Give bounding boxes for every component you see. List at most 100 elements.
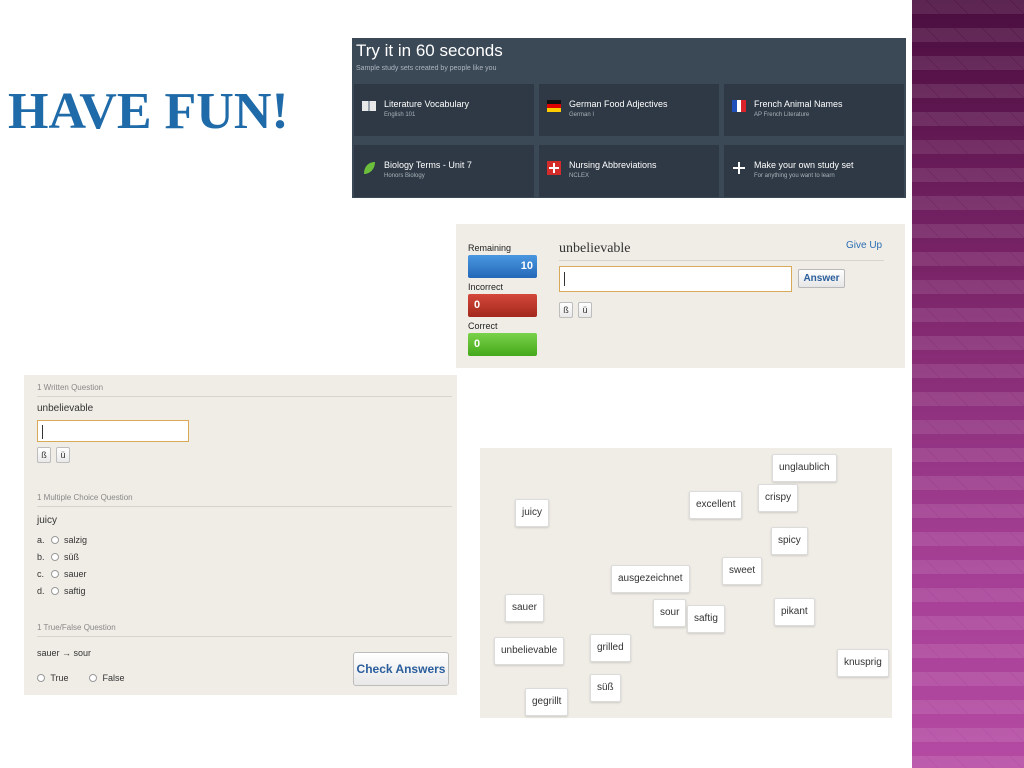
- choice-letter: a.: [37, 535, 45, 545]
- give-up-link[interactable]: Give Up: [846, 240, 882, 251]
- match-tile[interactable]: excellent: [689, 491, 743, 519]
- match-tile[interactable]: süß: [590, 674, 621, 702]
- study-set-course: German I: [569, 112, 595, 118]
- choice-option-b[interactable]: b. süß: [37, 552, 79, 564]
- choice-letter: c.: [37, 569, 45, 579]
- incorrect-counter: 0: [468, 294, 537, 317]
- remaining-label: Remaining: [468, 243, 512, 253]
- choice-option-a[interactable]: a. salzig: [37, 535, 87, 547]
- match-tile[interactable]: unbelievable: [494, 637, 565, 665]
- match-tile[interactable]: crispy: [758, 484, 799, 512]
- radio-button[interactable]: [50, 570, 59, 578]
- choice-text: salzig: [64, 535, 88, 545]
- try-it-panel: Try it in 60 seconds Sample study sets c…: [352, 38, 906, 198]
- match-tile[interactable]: unglaublich: [772, 454, 837, 482]
- incorrect-label: Incorrect: [468, 282, 504, 292]
- try-panel-subtitle: Sample study sets created by people like…: [356, 65, 497, 72]
- test-mode-panel: 1 Written Question unbelievable ß ü 1 Mu…: [24, 375, 457, 695]
- study-set-card-nursing[interactable]: Nursing Abbreviations NCLEX: [539, 145, 719, 197]
- radio-button[interactable]: [50, 587, 59, 595]
- insert-eszett-button[interactable]: ß: [559, 302, 573, 318]
- match-tile[interactable]: sweet: [722, 557, 763, 585]
- insert-u-umlaut-button[interactable]: ü: [578, 302, 592, 318]
- study-set-name: German Food Adjectives: [569, 99, 668, 109]
- radio-button[interactable]: [50, 553, 59, 561]
- multiple-choice-prompt: juicy: [37, 515, 58, 526]
- answer-button[interactable]: Answer: [798, 269, 845, 288]
- study-set-course: AP French Literature: [754, 112, 810, 118]
- study-set-card-german-food[interactable]: German Food Adjectives German I: [539, 84, 719, 136]
- text-caret: [564, 272, 565, 286]
- match-tile[interactable]: juicy: [515, 499, 550, 527]
- study-set-course: Honors Biology: [384, 173, 425, 179]
- book-icon: [362, 100, 376, 114]
- radio-button[interactable]: [50, 536, 59, 544]
- written-question-header: 1 Written Question: [37, 383, 104, 392]
- study-set-name: Make your own study set: [754, 160, 854, 170]
- match-tile[interactable]: saftig: [687, 605, 725, 633]
- match-tile[interactable]: gegrillt: [525, 688, 569, 716]
- choice-text: sauer: [64, 569, 87, 579]
- written-answer-input[interactable]: [37, 420, 189, 442]
- study-set-card-french-animals[interactable]: French Animal Names AP French Literature: [724, 84, 904, 136]
- false-label: False: [102, 673, 125, 683]
- prompt-divider: [559, 260, 884, 261]
- slide-title: HAVE FUN!: [8, 83, 289, 140]
- radio-button[interactable]: [89, 674, 97, 682]
- section-divider: [37, 506, 452, 507]
- study-set-name: Nursing Abbreviations: [569, 160, 657, 170]
- choice-option-d[interactable]: d. saftig: [37, 586, 86, 598]
- match-tile[interactable]: grilled: [590, 634, 631, 662]
- study-set-card-literature[interactable]: Literature Vocabulary English 101: [354, 84, 534, 136]
- match-tile[interactable]: pikant: [774, 598, 815, 626]
- prompt-word: unbelievable: [559, 241, 631, 256]
- radio-button[interactable]: [37, 674, 45, 682]
- study-set-name: French Animal Names: [754, 99, 843, 109]
- choice-letter: b.: [37, 552, 45, 562]
- learn-mode-panel: Remaining 10 Incorrect 0 Correct 0 unbel…: [456, 224, 905, 368]
- choice-option-c[interactable]: c. sauer: [37, 569, 87, 581]
- french-flag-icon: [732, 100, 746, 114]
- match-tile[interactable]: ausgezeichnet: [611, 565, 690, 593]
- study-set-card-biology[interactable]: Biology Terms - Unit 7 Honors Biology: [354, 145, 534, 197]
- true-false-header: 1 True/False Question: [37, 623, 116, 632]
- study-set-name: Literature Vocabulary: [384, 99, 470, 109]
- answer-input[interactable]: [559, 266, 792, 292]
- match-tile[interactable]: spicy: [771, 527, 808, 555]
- incorrect-value: 0: [474, 299, 481, 311]
- true-false-prompt: sauer → sour: [37, 648, 92, 658]
- correct-counter: 0: [468, 333, 537, 356]
- true-label: True: [50, 673, 69, 683]
- leaf-icon: [362, 161, 376, 175]
- decorative-side-strip: [912, 0, 1024, 768]
- remaining-value: 10: [520, 260, 533, 272]
- choice-text: süß: [64, 552, 80, 562]
- match-tile[interactable]: knusprig: [837, 649, 889, 677]
- choice-letter: d.: [37, 586, 45, 596]
- study-set-course: English 101: [384, 112, 416, 118]
- match-tile[interactable]: sour: [653, 599, 687, 627]
- match-tile[interactable]: sauer: [505, 594, 545, 622]
- study-set-name: Biology Terms - Unit 7: [384, 160, 472, 170]
- correct-value: 0: [474, 338, 481, 350]
- insert-u-umlaut-button[interactable]: ü: [56, 447, 70, 463]
- false-option[interactable]: False: [89, 673, 125, 683]
- multiple-choice-header: 1 Multiple Choice Question: [37, 493, 133, 502]
- study-set-card-create-own[interactable]: Make your own study set For anything you…: [724, 145, 904, 197]
- study-set-course: NCLEX: [569, 173, 590, 179]
- red-cross-icon: [547, 161, 561, 175]
- choice-text: saftig: [64, 586, 86, 596]
- study-set-course: For anything you want to learn: [754, 173, 835, 179]
- true-option[interactable]: True: [37, 673, 69, 683]
- written-question-prompt: unbelievable: [37, 403, 94, 414]
- correct-label: Correct: [468, 321, 498, 331]
- section-divider: [37, 636, 452, 637]
- check-answers-button[interactable]: Check Answers: [353, 652, 449, 686]
- section-divider: [37, 396, 452, 397]
- text-caret: [42, 425, 43, 439]
- insert-eszett-button[interactable]: ß: [37, 447, 51, 463]
- match-game-panel: unglaublich crispy excellent juicy spicy…: [480, 448, 892, 718]
- try-panel-title: Try it in 60 seconds: [356, 41, 503, 60]
- plus-icon: [732, 161, 746, 175]
- remaining-counter: 10: [468, 255, 537, 278]
